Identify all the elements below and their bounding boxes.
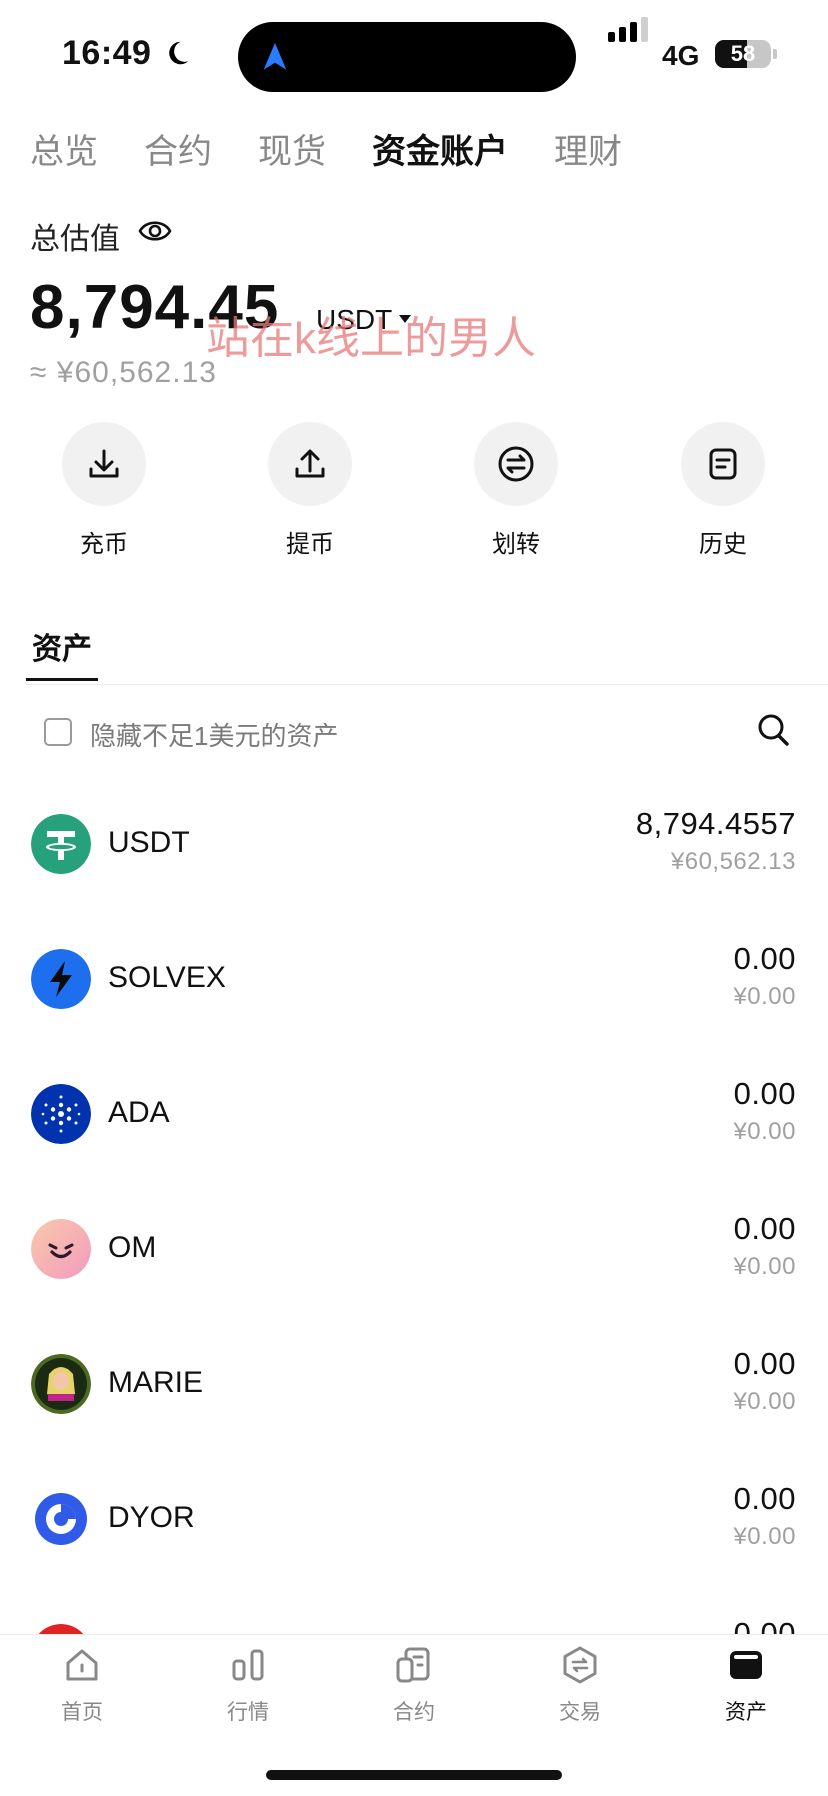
asset-row-om[interactable]: OM 0.00 ¥0.00 xyxy=(0,1211,828,1339)
navigation-arrow-icon xyxy=(263,42,287,70)
home-icon xyxy=(66,1649,98,1681)
watermark-text: 站在k线上的男人 xyxy=(206,314,536,363)
contract-icon xyxy=(396,1647,430,1683)
history-button[interactable]: 历史 xyxy=(653,422,793,559)
section-divider xyxy=(26,684,828,685)
deposit-icon-circle xyxy=(62,422,146,506)
nav-home-label: 首页 xyxy=(61,1701,103,1724)
assets-tab-underline xyxy=(26,678,98,681)
asset-amount: 0.00 xyxy=(733,1076,796,1111)
battery-tip xyxy=(773,49,777,59)
asset-name: ADA xyxy=(108,1096,170,1129)
nav-contract[interactable]: 合约 xyxy=(364,1645,464,1726)
history-label: 历史 xyxy=(699,531,747,558)
withdraw-label: 提币 xyxy=(286,531,334,558)
tab-overview[interactable]: 总览 xyxy=(30,124,98,173)
tab-earn[interactable]: 理财 xyxy=(554,124,622,173)
total-value-cny: ≈ ¥60,562.13 xyxy=(30,356,217,389)
eye-icon[interactable] xyxy=(138,216,172,246)
withdraw-button[interactable]: 提币 xyxy=(240,422,380,559)
asset-amount: 8,794.4557 xyxy=(635,806,796,841)
upload-icon xyxy=(295,449,325,478)
nav-contract-label: 合约 xyxy=(393,1701,435,1724)
asset-cny-value: ¥0.00 xyxy=(733,983,796,1010)
asset-cny-value: ¥60,562.13 xyxy=(670,848,796,875)
wallet-icon xyxy=(730,1651,762,1679)
nav-home[interactable]: 首页 xyxy=(32,1645,132,1726)
hide-small-assets-checkbox[interactable] xyxy=(44,718,72,746)
account-tabs: 总览 合约 现货 资金账户 理财 xyxy=(30,124,668,173)
nav-assets-label: 资产 xyxy=(725,1701,767,1724)
asset-name: USDT xyxy=(108,826,190,859)
asset-amount: 0.00 xyxy=(733,941,796,976)
asset-name: OM xyxy=(108,1231,157,1264)
home-indicator[interactable] xyxy=(266,1770,562,1780)
hide-small-assets-label[interactable]: 隐藏不足1美元的资产 xyxy=(90,716,338,753)
asset-row-dyor[interactable]: DYOR 0.00 ¥0.00 xyxy=(0,1481,828,1609)
status-time: 16:49 xyxy=(62,34,152,72)
tab-funding-account[interactable]: 资金账户 xyxy=(372,124,508,173)
asset-row-solvex[interactable]: SOLVEX 0.00 ¥0.00 xyxy=(0,941,828,1069)
nav-trade-label: 交易 xyxy=(559,1701,601,1724)
deposit-button[interactable]: 充币 xyxy=(34,422,174,559)
asset-row-marie[interactable]: MARIE 0.00 ¥0.00 xyxy=(0,1346,828,1474)
marie-avatar-icon xyxy=(31,1354,91,1414)
nav-market[interactable]: 行情 xyxy=(198,1645,298,1726)
asset-name: SOLVEX xyxy=(108,961,226,994)
om-logo-icon xyxy=(31,1219,91,1279)
moon-icon xyxy=(169,41,189,65)
withdraw-icon-circle xyxy=(268,422,352,506)
transfer-icon-circle xyxy=(474,422,558,506)
transfer-icon xyxy=(498,446,534,482)
tab-spot[interactable]: 现货 xyxy=(258,124,326,173)
ada-logo-icon xyxy=(31,1084,91,1144)
trade-icon xyxy=(563,1646,597,1684)
solvex-logo-icon xyxy=(31,949,91,1009)
download-icon xyxy=(89,449,119,478)
asset-cny-value: ¥0.00 xyxy=(733,1523,796,1550)
battery-level: 58 xyxy=(730,41,756,66)
asset-cny-value: ¥0.00 xyxy=(733,1253,796,1280)
asset-amount: 0.00 xyxy=(733,1346,796,1381)
asset-name: DYOR xyxy=(108,1501,195,1534)
nav-trade[interactable]: 交易 xyxy=(530,1645,630,1726)
usdt-logo-icon xyxy=(31,814,91,874)
asset-name: MARIE xyxy=(108,1366,204,1399)
dyor-logo-icon xyxy=(31,1489,91,1549)
transfer-button[interactable]: 划转 xyxy=(446,422,586,559)
asset-cny-value: ¥0.00 xyxy=(733,1118,796,1145)
nav-market-label: 行情 xyxy=(227,1701,269,1724)
history-icon xyxy=(709,448,737,480)
assets-tab[interactable]: 资产 xyxy=(32,624,92,668)
nav-assets[interactable]: 资产 xyxy=(696,1645,796,1726)
total-value-label: 总估值 xyxy=(30,223,120,256)
asset-cny-value: ¥0.00 xyxy=(733,1388,796,1415)
history-icon-circle xyxy=(681,422,765,506)
asset-row-ada[interactable]: ADA 0.00 ¥0.00 xyxy=(0,1076,828,1204)
deposit-label: 充币 xyxy=(80,531,128,558)
asset-row-usdt[interactable]: USDT 8,794.4557 ¥60,562.13 xyxy=(0,806,828,934)
asset-amount: 0.00 xyxy=(733,1481,796,1516)
asset-amount: 0.00 xyxy=(733,1211,796,1246)
search-icon[interactable] xyxy=(756,712,790,748)
tab-futures[interactable]: 合约 xyxy=(144,124,212,173)
network-type: 4G xyxy=(662,40,700,71)
market-icon xyxy=(232,1649,264,1681)
transfer-label: 划转 xyxy=(492,531,540,558)
battery-icon: 58 xyxy=(715,40,771,68)
